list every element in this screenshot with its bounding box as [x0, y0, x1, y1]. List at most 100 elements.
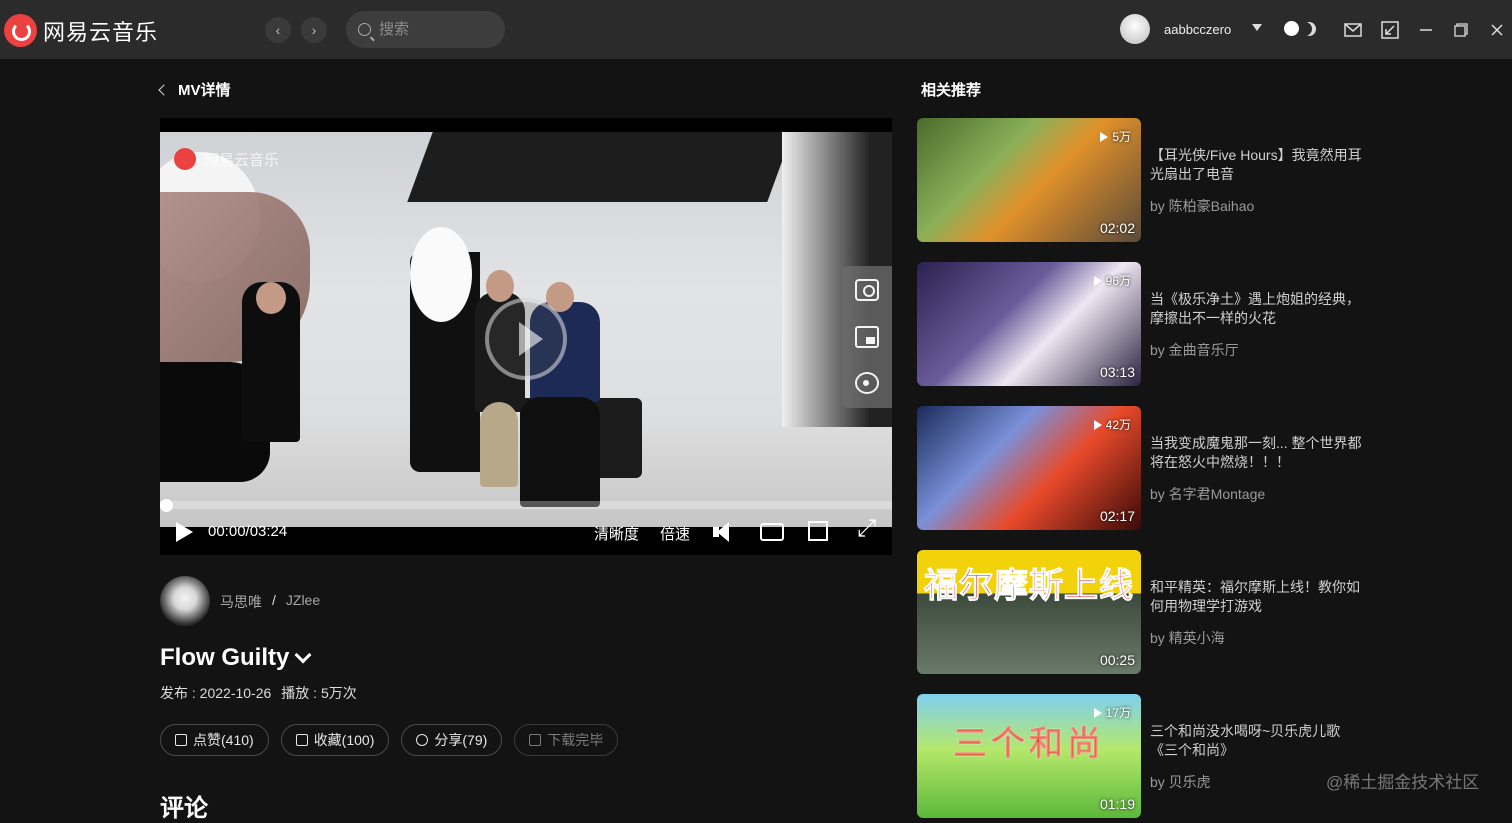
search-box[interactable] — [346, 11, 505, 48]
play-count-text: 42万 — [1105, 418, 1131, 432]
related-title[interactable]: 当我变成魔鬼那一刻... 整个世界都将在怒火中燃烧！！！ — [1150, 434, 1365, 472]
related-thumbnail[interactable]: 5万 02:02 — [917, 118, 1141, 242]
forward-nav-button[interactable]: › — [301, 17, 327, 43]
volume-icon[interactable] — [713, 521, 737, 543]
play-icon — [1093, 275, 1102, 286]
mv-title[interactable]: Flow Guilty — [160, 644, 312, 672]
play-count-badge: 96万 — [1093, 272, 1131, 289]
app-name: 网易云音乐 — [43, 19, 159, 45]
play-icon — [1093, 419, 1102, 430]
related-item[interactable]: 96万 03:13 当《极乐净土》遇上炮姐的经典，摩擦出不一样的火花 by 金曲… — [917, 262, 1377, 386]
widescreen-icon[interactable] — [760, 523, 784, 541]
playback-time: 00:00/03:24 — [208, 523, 288, 540]
user-avatar[interactable] — [1120, 14, 1150, 44]
thumbnail-banner-text: 福尔摩斯上线 — [924, 567, 1134, 606]
screenshot-camera-icon[interactable] — [855, 279, 879, 301]
related-heading: 相关推荐 — [921, 82, 982, 99]
username[interactable]: aabbcczero — [1164, 22, 1231, 37]
progress-handle[interactable] — [160, 499, 173, 512]
collect-button[interactable]: 收藏(100) — [280, 724, 390, 756]
share-icon — [416, 734, 429, 746]
video-side-tools — [842, 266, 892, 408]
studio-light — [410, 227, 472, 322]
like-button[interactable]: 点赞(410) — [160, 724, 269, 756]
artist-link[interactable]: 马思唯 — [220, 592, 262, 612]
center-play-button[interactable] — [485, 298, 567, 380]
picture-in-picture-icon[interactable] — [855, 326, 879, 348]
duration: 01:19 — [1099, 796, 1135, 812]
related-item[interactable]: 三个和尚 17万 01:19 三个和尚没水喝呀~贝乐虎儿歌《三个和尚》 by 贝… — [917, 694, 1377, 818]
duration: 02:17 — [1099, 508, 1135, 524]
minimize-icon[interactable] — [1416, 20, 1436, 40]
search-input[interactable] — [379, 21, 489, 38]
back-to-previous[interactable]: MV详情 — [158, 79, 231, 100]
fullscreen-icon[interactable] — [857, 515, 881, 543]
chevron-left-icon: ‹ — [275, 22, 281, 38]
artist-avatar[interactable] — [160, 576, 210, 626]
chevron-left-icon — [158, 83, 170, 96]
related-title[interactable]: 和平精英：福尔摩斯上线！教你如何用物理学打游戏 — [1150, 578, 1365, 616]
play-count: 播放 : 5万次 — [281, 685, 357, 701]
related-title[interactable]: 三个和尚没水喝呀~贝乐虎儿歌《三个和尚》 — [1150, 722, 1365, 760]
play-count-badge: 17万 — [1093, 704, 1131, 721]
page-title: MV详情 — [178, 82, 231, 99]
play-count-text: 5万 — [1112, 130, 1131, 144]
app-logo[interactable]: 网易云音乐 — [4, 14, 158, 47]
mv-meta: 发布 : 2022-10-26 播放 : 5万次 — [160, 683, 357, 703]
theme-toggle[interactable] — [1284, 21, 1316, 36]
back-nav-button[interactable]: ‹ — [265, 17, 291, 43]
play-count-text: 17万 — [1105, 706, 1131, 720]
chevron-down-icon[interactable] — [294, 646, 312, 664]
web-fullscreen-icon[interactable] — [808, 521, 828, 541]
mini-mode-icon[interactable] — [1380, 20, 1400, 40]
play-count-badge: 42万 — [1093, 416, 1131, 433]
play-icon — [1093, 707, 1102, 718]
artist-link[interactable]: JZlee — [286, 592, 320, 612]
related-item[interactable]: 福尔摩斯上线 00:25 和平精英：福尔摩斯上线！教你如何用物理学打游戏 by … — [917, 550, 1377, 674]
site-watermark: @稀土掘金技术社区 — [1326, 773, 1480, 792]
maximize-icon[interactable] — [1451, 20, 1471, 40]
title-bar: 网易云音乐 ‹ › aabbcczero — [0, 0, 1512, 59]
speed-button[interactable]: 倍速 — [660, 523, 690, 544]
netease-logo-icon — [174, 148, 196, 170]
folder-icon — [295, 734, 308, 746]
download-label: 下载完毕 — [547, 732, 604, 748]
related-thumbnail[interactable]: 福尔摩斯上线 00:25 — [917, 550, 1141, 674]
studio-ceiling — [407, 132, 793, 202]
duration: 00:25 — [1099, 652, 1135, 668]
watermark-text: 网易云音乐 — [204, 151, 280, 169]
related-thumbnail[interactable]: 42万 02:17 — [917, 406, 1141, 530]
related-author[interactable]: by 精英小海 — [1150, 628, 1225, 648]
related-item[interactable]: 5万 02:02 【耳光侠/Five Hours】我竟然用耳光扇出了电音 by … — [917, 118, 1377, 242]
close-icon[interactable] — [1487, 20, 1507, 40]
moon-icon — [1302, 22, 1316, 36]
mv-title-text: Flow Guilty — [160, 644, 290, 671]
user-menu-caret-icon[interactable] — [1252, 24, 1262, 31]
related-title[interactable]: 【耳光侠/Five Hours】我竟然用耳光扇出了电音 — [1150, 146, 1365, 184]
progress-bar[interactable] — [160, 501, 892, 509]
video-player[interactable]: 网易云音乐 00:00/03:24 清晰度 倍速 — [160, 118, 892, 555]
download-button[interactable]: 下载完毕 — [514, 724, 619, 756]
quality-button[interactable]: 清晰度 — [594, 523, 639, 544]
related-thumbnail[interactable]: 96万 03:13 — [917, 262, 1141, 386]
video-controls: 00:00/03:24 清晰度 倍速 — [160, 515, 892, 548]
related-author[interactable]: by 名字君Montage — [1150, 484, 1265, 504]
person-head — [486, 270, 514, 302]
netease-logo-icon — [4, 14, 37, 47]
person-legs — [520, 397, 600, 507]
mail-icon[interactable] — [1343, 20, 1363, 40]
related-item[interactable]: 42万 02:17 当我变成魔鬼那一刻... 整个世界都将在怒火中燃烧！！！ b… — [917, 406, 1377, 530]
play-icon — [1100, 131, 1109, 142]
collect-label: 收藏(100) — [313, 732, 375, 748]
rotate-icon[interactable] — [855, 372, 879, 394]
comments-heading: 评论 — [160, 795, 208, 822]
play-icon[interactable] — [176, 522, 193, 542]
release-date: 发布 : 2022-10-26 — [160, 685, 272, 701]
share-button[interactable]: 分享(79) — [401, 724, 503, 756]
related-title[interactable]: 当《极乐净土》遇上炮姐的经典，摩擦出不一样的火花 — [1150, 290, 1365, 328]
artist-list: 马思唯 / JZlee — [220, 592, 320, 612]
related-author[interactable]: by 贝乐虎 — [1150, 772, 1211, 792]
related-thumbnail[interactable]: 三个和尚 17万 01:19 — [917, 694, 1141, 818]
related-author[interactable]: by 金曲音乐厅 — [1150, 340, 1239, 360]
related-author[interactable]: by 陈柏豪Baihao — [1150, 196, 1254, 216]
